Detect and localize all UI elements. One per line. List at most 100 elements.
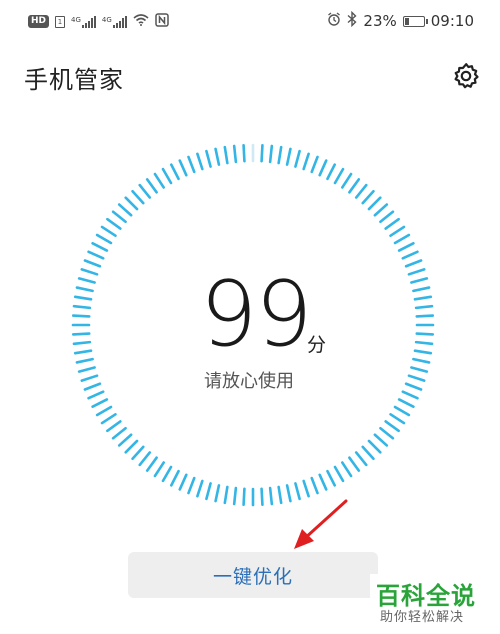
dial-tick <box>111 210 127 224</box>
dial-tick <box>277 145 283 165</box>
dial-tick <box>384 420 400 433</box>
dial-tick <box>367 196 382 211</box>
dial-tick <box>196 479 204 498</box>
health-score: 99 <box>200 262 313 367</box>
dial-tick <box>348 456 361 472</box>
dial-tick <box>414 304 434 310</box>
watermark: 百科全说 助你轻松解决 <box>370 574 500 634</box>
dial-tick <box>232 486 238 506</box>
dial-tick <box>361 189 375 205</box>
dial-tick <box>242 143 246 163</box>
dial-tick <box>415 332 435 336</box>
dial-tick <box>178 473 188 491</box>
dial-tick <box>310 476 319 495</box>
dial-tick <box>277 485 283 505</box>
dial-tick <box>91 398 109 409</box>
dial-tick <box>413 295 433 301</box>
dial-tick <box>354 451 368 467</box>
dial-tick <box>326 469 337 487</box>
dial-tick <box>341 461 353 478</box>
dial-tick <box>145 178 158 194</box>
dial-tick <box>326 163 337 181</box>
dial-tick <box>124 439 139 454</box>
dial-tick <box>410 366 429 373</box>
dial-tick <box>75 286 94 293</box>
score-status: 请放心使用 <box>204 371 294 392</box>
dial-tick <box>373 433 389 447</box>
dial-tick <box>161 465 173 483</box>
dial-tick <box>100 225 117 237</box>
dial-tick <box>404 382 423 391</box>
one-click-optimize-button[interactable]: 一键优化 <box>128 552 378 598</box>
dial-tick <box>341 172 353 189</box>
dial-tick <box>318 159 328 177</box>
dial-tick <box>205 149 212 168</box>
dial-tick <box>393 233 411 245</box>
dial-tick <box>145 456 158 472</box>
dial-tick <box>214 147 221 166</box>
dial-tick <box>401 250 419 260</box>
dial-tick <box>242 487 246 507</box>
dial-tick <box>117 203 133 217</box>
dial-tick <box>138 183 152 199</box>
dial-tick <box>117 433 133 447</box>
dial-tick <box>153 461 165 478</box>
dial-tick <box>393 405 411 417</box>
dial-tick <box>71 314 91 318</box>
dial-tick <box>223 485 229 505</box>
dial-tick <box>333 167 345 185</box>
dial-tick <box>75 357 94 364</box>
dial-tick <box>80 268 99 276</box>
dial-tick <box>205 482 212 501</box>
dial-tick <box>87 250 105 260</box>
dial-tick <box>404 259 423 268</box>
dial-tick <box>367 439 382 454</box>
dial-tick <box>91 241 109 252</box>
dial-tick <box>373 203 389 217</box>
dial-tick <box>401 390 419 400</box>
dial-tick <box>414 340 434 346</box>
dial-tick <box>72 340 92 346</box>
dial-tick <box>169 469 180 487</box>
dial-tick <box>161 167 173 185</box>
dial-tick <box>260 487 264 507</box>
dial-tick <box>361 445 375 461</box>
dial-tick <box>95 405 113 417</box>
dial-tick <box>268 144 274 164</box>
dial-tick <box>333 465 345 483</box>
dial-tick <box>87 390 105 400</box>
dial-tick <box>73 295 93 301</box>
dial-tick <box>389 413 406 425</box>
dial-tick <box>412 286 431 293</box>
dial-tick <box>196 152 204 171</box>
score-unit: 分 <box>307 334 327 356</box>
dial-tick <box>412 357 431 364</box>
dial-tick <box>232 144 238 164</box>
dial-tick <box>223 145 229 165</box>
dial-tick <box>83 382 102 391</box>
dial-tick <box>71 332 91 336</box>
dial-tick <box>187 476 196 495</box>
dial-tick <box>379 210 395 224</box>
dial-tick <box>410 277 429 284</box>
dial-tick <box>73 349 93 355</box>
dial-tick <box>302 479 310 498</box>
dial-tick <box>169 163 180 181</box>
dial-tick <box>397 241 415 252</box>
dial-tick <box>379 426 395 440</box>
dial-tick <box>77 366 96 373</box>
dial-tick <box>111 426 127 440</box>
dial-tick <box>407 374 426 382</box>
dial-tick <box>310 155 319 174</box>
dial-tick <box>348 178 361 194</box>
dial-tick <box>285 147 292 166</box>
dial-tick <box>77 277 96 284</box>
dial-tick <box>318 473 328 491</box>
dial-tick <box>95 233 113 245</box>
dial-tick <box>397 398 415 409</box>
dial-tick <box>413 349 433 355</box>
dial-tick <box>415 314 435 318</box>
dial-tick <box>260 143 264 163</box>
dial-tick <box>124 196 139 211</box>
dial-tick <box>80 374 99 382</box>
